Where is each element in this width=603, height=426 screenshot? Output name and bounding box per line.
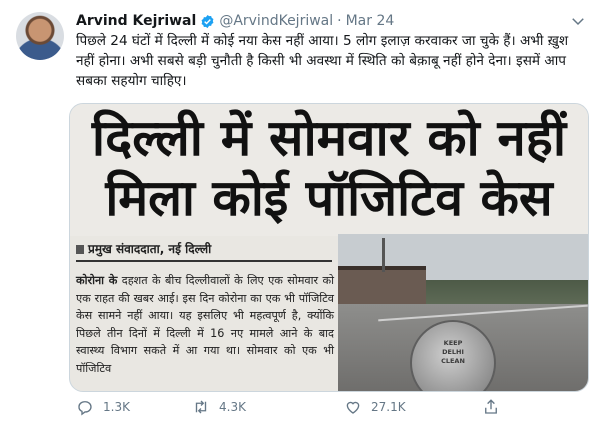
- sign-line-1: KEEP: [443, 339, 463, 347]
- chevron-down-icon[interactable]: [569, 12, 587, 30]
- tweet-media-image[interactable]: दिल्ली में सोमवार को नहीं मिला कोई पॉजिट…: [69, 103, 589, 392]
- heart-icon: [346, 401, 360, 414]
- newspaper-headline: दिल्ली में सोमवार को नहीं मिला कोई पॉजिट…: [70, 104, 588, 236]
- reply-button[interactable]: 1.3K: [76, 398, 130, 416]
- byline-marker: [76, 245, 84, 254]
- photo-pole: [382, 238, 385, 272]
- share-icon: [485, 399, 497, 414]
- retweet-icon: [195, 400, 207, 414]
- retweet-button[interactable]: 4.3K: [192, 398, 246, 416]
- separator-dot: ·: [337, 13, 342, 29]
- sign-line-2: DELHI: [442, 348, 464, 356]
- reply-count: 1.3K: [103, 400, 130, 414]
- article-text: कोरोना के दहशत के बीच दिल्लीवालों के लिए…: [76, 272, 334, 378]
- author-name[interactable]: Arvind Kejriwal: [76, 13, 196, 29]
- share-button[interactable]: [482, 398, 509, 416]
- headline-line-2: मिला कोई पॉजिटिव केस: [105, 169, 553, 227]
- verified-icon: [201, 14, 214, 28]
- article-byline: प्रमुख संवाददाता, नई दिल्ली: [76, 240, 211, 257]
- article-lead: कोरोना के: [76, 274, 118, 287]
- tweet-date[interactable]: Mar 24: [346, 13, 395, 29]
- like-count: 27.1K: [371, 400, 406, 414]
- headline-line-1: दिल्ली में सोमवार को नहीं: [91, 109, 567, 167]
- author-handle[interactable]: @ArvindKejriwal: [219, 13, 333, 29]
- byline-text: प्रमुख संवाददाता, नई दिल्ली: [88, 242, 212, 256]
- like-button[interactable]: 27.1K: [344, 398, 406, 416]
- avatar[interactable]: [16, 12, 64, 60]
- reply-icon: [78, 401, 92, 416]
- article-body: दहशत के बीच दिल्लीवालों के लिए एक सोमवार…: [76, 274, 334, 375]
- byline-divider: [76, 260, 332, 262]
- retweet-count: 4.3K: [219, 400, 246, 414]
- tweet-header: Arvind Kejriwal @ArvindKejriwal · Mar 24: [76, 11, 394, 31]
- sign-line-3: CLEAN: [441, 357, 465, 365]
- tweet-text: पिछले 24 घंटों में दिल्ली में कोई नया के…: [76, 33, 569, 89]
- tweet-card[interactable]: Arvind Kejriwal @ArvindKejriwal · Mar 24…: [0, 0, 603, 426]
- street-photo: KEEP DELHI CLEAN: [338, 234, 588, 391]
- tweet-actions: 1.3K 4.3K 27.1K: [76, 398, 588, 418]
